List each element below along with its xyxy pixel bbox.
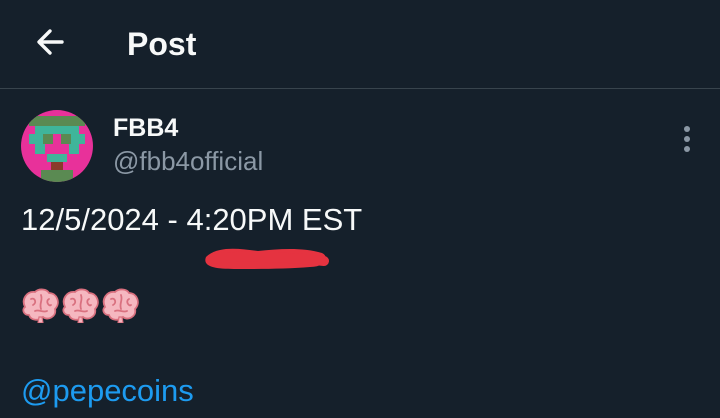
top-bar: Post (0, 0, 720, 89)
vertical-ellipsis-icon (684, 126, 690, 152)
author-display-name[interactable]: FBB4 (113, 113, 178, 143)
arrow-left-icon (37, 29, 64, 55)
more-options-button[interactable] (672, 122, 702, 156)
post-text: 12/5/2024 - 4:20PM EST (21, 202, 363, 237)
brain-icon (22, 288, 59, 323)
post-screen: Post FBB4 @fbb4official 12/5/2024 - 4:20… (0, 0, 720, 418)
redaction-scribble (205, 248, 329, 269)
brain-icon (62, 288, 99, 323)
avatar[interactable] (21, 110, 93, 182)
back-button[interactable] (30, 22, 70, 62)
pixel-avatar-icon (21, 110, 93, 182)
author-handle[interactable]: @fbb4official (113, 145, 263, 177)
mention-link[interactable]: @pepecoins (21, 371, 194, 411)
brain-icon (102, 288, 139, 323)
page-title: Post (127, 26, 197, 62)
emoji-row (21, 287, 139, 327)
